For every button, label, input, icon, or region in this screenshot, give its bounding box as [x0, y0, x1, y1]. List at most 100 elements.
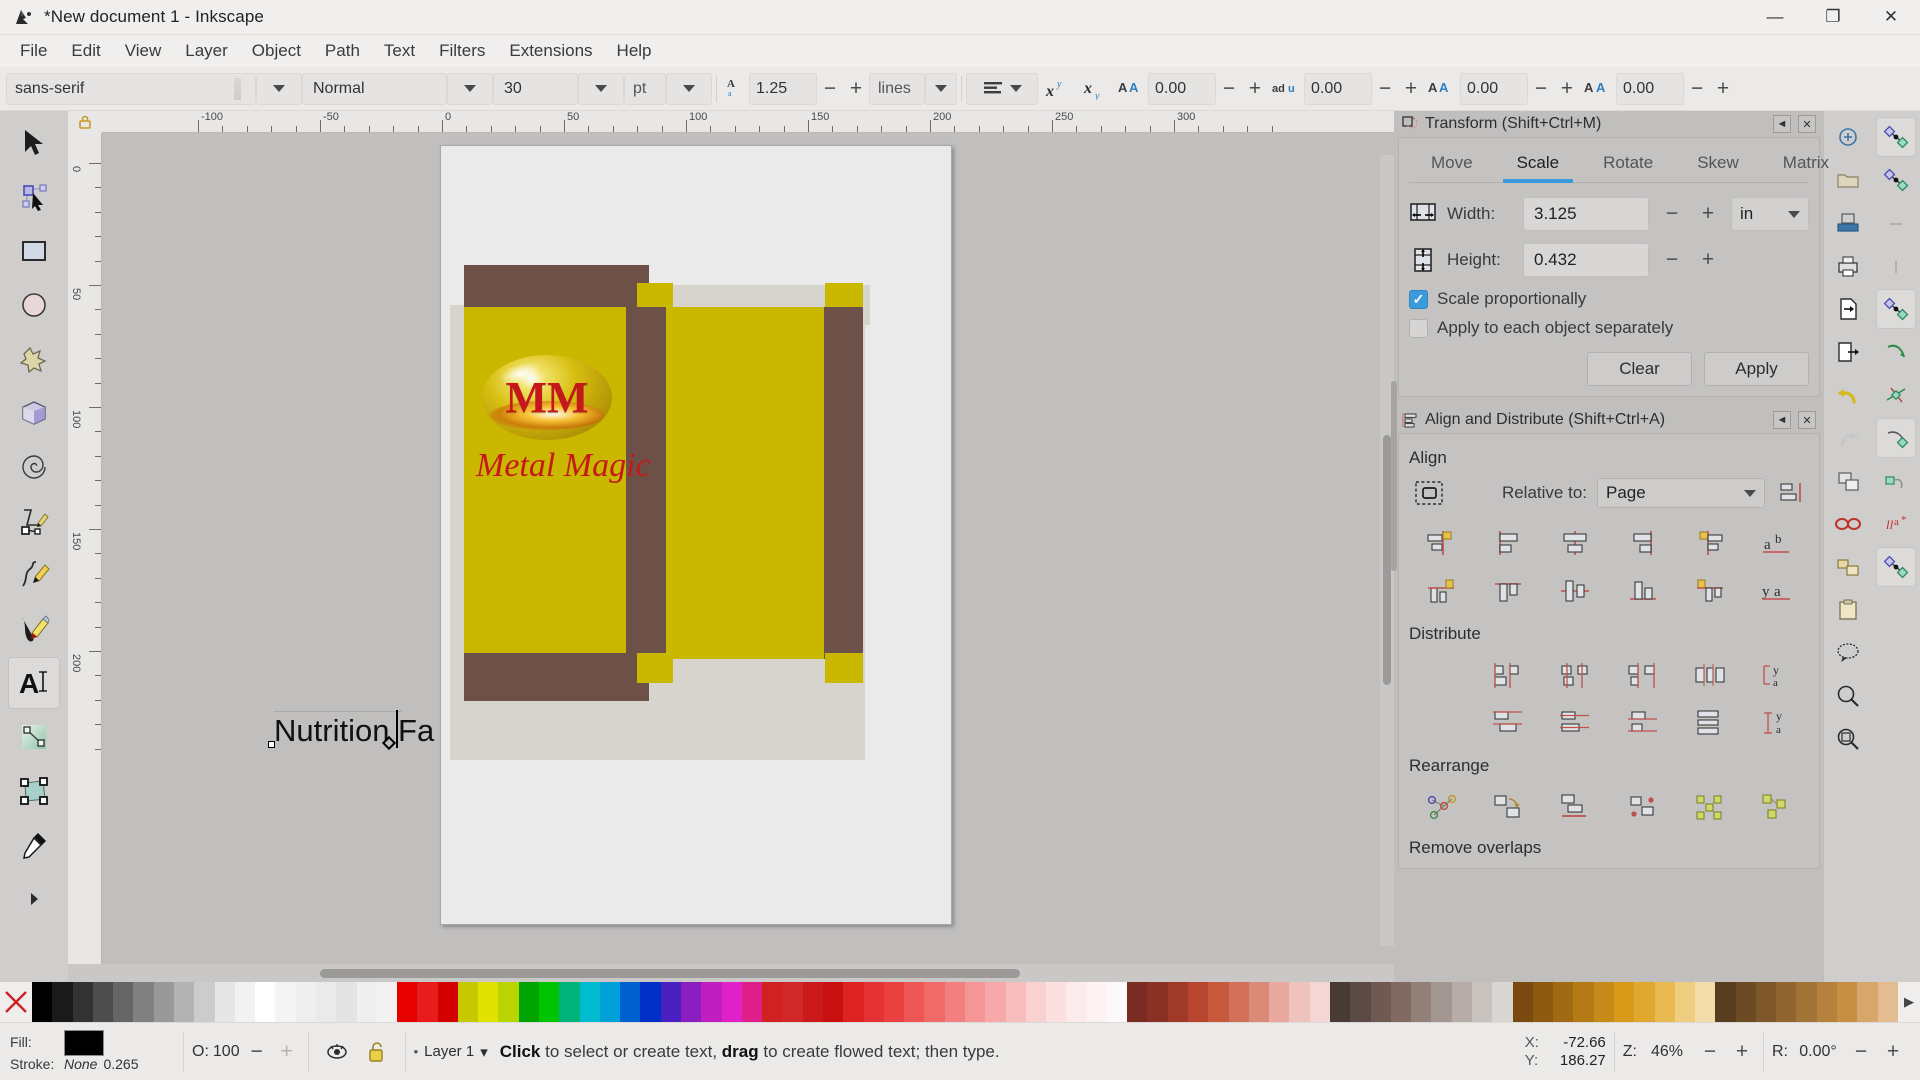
palette-swatch[interactable]	[478, 982, 499, 1022]
zoom-value[interactable]: 46%	[1643, 1043, 1691, 1061]
graph-layout-button[interactable]	[1409, 786, 1472, 828]
selector-tool[interactable]	[8, 117, 60, 169]
palette-swatch[interactable]	[417, 982, 438, 1022]
menu-filters[interactable]: Filters	[427, 38, 497, 64]
label-artwork[interactable]: MM Metal Magic	[440, 145, 952, 925]
palette-swatch[interactable]	[437, 982, 458, 1022]
undo-button[interactable]	[1828, 375, 1868, 415]
align-left-edge-to-right-anchor-button[interactable]	[1678, 522, 1741, 564]
rotation-increase-button[interactable]: +	[1880, 1037, 1906, 1067]
palette-swatch[interactable]	[1573, 982, 1594, 1022]
zoom-in-button[interactable]: +	[1729, 1037, 1755, 1067]
center-on-vertical-axis-button[interactable]	[1544, 522, 1607, 564]
palette-swatch[interactable]	[255, 982, 276, 1022]
zoom-page-button[interactable]	[1828, 719, 1868, 759]
palette-swatch[interactable]	[681, 982, 702, 1022]
palette-swatch[interactable]	[721, 982, 742, 1022]
palette-swatch[interactable]	[1634, 982, 1655, 1022]
distribute-even-horizontal-gaps-button[interactable]	[1678, 654, 1741, 696]
no-color-icon[interactable]	[0, 982, 32, 1022]
palette-swatch[interactable]	[1755, 982, 1777, 1022]
star-tool[interactable]	[8, 333, 60, 385]
canvas-horizontal-scrollbar[interactable]	[68, 964, 1394, 982]
ungroup-button[interactable]	[1828, 547, 1868, 587]
vertical-kerning-decrease-button[interactable]: −	[1684, 73, 1710, 105]
palette-swatch[interactable]	[234, 982, 256, 1022]
height-decrease-button[interactable]: −	[1659, 245, 1685, 275]
snap-path-intersections-button[interactable]	[1876, 375, 1916, 415]
palette-swatch[interactable]	[620, 982, 641, 1022]
dock-scroll-thumb[interactable]	[1391, 381, 1397, 571]
palette-swatch[interactable]	[1532, 982, 1554, 1022]
palette-swatches[interactable]	[32, 982, 1898, 1022]
tab-scale[interactable]: Scale	[1495, 144, 1582, 183]
apply-each-object-row[interactable]: Apply to each object separately	[1409, 318, 1809, 338]
tab-matrix[interactable]: Matrix	[1761, 144, 1851, 182]
close-button[interactable]: ✕	[1862, 0, 1920, 35]
align-dialog-dock-button[interactable]: ◄	[1773, 411, 1791, 429]
letter-spacing-decrease-button[interactable]: −	[1216, 73, 1242, 105]
menu-path[interactable]: Path	[313, 38, 372, 64]
palette-swatch[interactable]	[1370, 982, 1391, 1022]
palette-swatch[interactable]	[539, 982, 560, 1022]
ellipse-tool[interactable]	[8, 279, 60, 331]
snap-bbox-corners-button[interactable]	[1876, 246, 1916, 286]
menu-layer[interactable]: Layer	[173, 38, 240, 64]
scale-proportionally-row[interactable]: Scale proportionally	[1409, 289, 1809, 309]
palette-swatch[interactable]	[518, 982, 540, 1022]
palette-swatch[interactable]	[113, 982, 134, 1022]
3dbox-tool[interactable]	[8, 387, 60, 439]
palette-scroll-right-button[interactable]: ▶	[1898, 982, 1920, 1022]
palette-swatch[interactable]	[295, 982, 316, 1022]
rotation-decrease-button[interactable]: −	[1848, 1037, 1874, 1067]
snap-text-anchors-button[interactable]: ll a *	[1876, 504, 1916, 544]
palette-swatch[interactable]	[376, 982, 398, 1022]
palette-swatch[interactable]	[660, 982, 681, 1022]
palette-swatch[interactable]	[1147, 982, 1168, 1022]
stroke-row[interactable]: Stroke: None 0.265	[10, 1056, 175, 1074]
palette-swatch[interactable]	[275, 982, 296, 1022]
more-tools-button[interactable]	[8, 873, 60, 925]
line-spacing-unit-input[interactable]: lines	[869, 72, 925, 105]
palette-swatch[interactable]	[1796, 982, 1817, 1022]
apply-button[interactable]: Apply	[1704, 352, 1809, 386]
transform-tool[interactable]	[8, 765, 60, 817]
font-family-input[interactable]: sans-serif	[6, 72, 256, 105]
opacity-value[interactable]: 100	[213, 1043, 240, 1061]
palette-swatch[interactable]	[173, 982, 195, 1022]
distribute-top-edges-button[interactable]	[1476, 702, 1539, 744]
snap-bbox-edges-button[interactable]	[1876, 203, 1916, 243]
palette-swatch[interactable]	[1066, 982, 1087, 1022]
palette-swatch[interactable]	[1613, 982, 1635, 1022]
snap-smooth-nodes-button[interactable]	[1876, 461, 1916, 501]
menu-file[interactable]: File	[8, 38, 59, 64]
minimize-button[interactable]: —	[1746, 0, 1804, 35]
palette-swatch[interactable]	[1492, 982, 1513, 1022]
letter-spacing-input[interactable]: 0.00	[1148, 72, 1216, 105]
group-button[interactable]	[1828, 504, 1868, 544]
height-increase-button[interactable]: +	[1695, 245, 1721, 275]
font-size-dropdown-button[interactable]	[578, 72, 624, 105]
clear-button[interactable]: Clear	[1587, 352, 1692, 386]
palette-swatch[interactable]	[457, 982, 479, 1022]
palette-swatch[interactable]	[32, 982, 53, 1022]
randomize-positions-button[interactable]	[1746, 786, 1809, 828]
palette-swatch[interactable]	[1735, 982, 1756, 1022]
horizontal-kerning-increase-button[interactable]: +	[1554, 73, 1580, 105]
superscript-button[interactable]: x y	[1038, 73, 1076, 105]
palette-swatch[interactable]	[1127, 982, 1148, 1022]
palette-swatch[interactable]	[498, 982, 519, 1022]
align-right-edge-to-left-anchor-button[interactable]	[1409, 522, 1472, 564]
palette-swatch[interactable]	[1046, 982, 1067, 1022]
text-distribute-horizontal-button[interactable]: y a	[1746, 654, 1809, 696]
duplicate-button[interactable]	[1828, 461, 1868, 501]
text-baseline-button[interactable]: y a	[1746, 570, 1809, 612]
palette-swatch[interactable]	[964, 982, 986, 1022]
palette-swatch[interactable]	[92, 982, 114, 1022]
palette-swatch[interactable]	[1208, 982, 1229, 1022]
tab-move[interactable]: Move	[1409, 144, 1495, 182]
logo-ellipse[interactable]: MM	[482, 355, 612, 440]
width-decrease-button[interactable]: −	[1659, 199, 1685, 229]
vertical-kerning-input[interactable]: 0.00	[1616, 72, 1684, 105]
snap-nodes-button[interactable]	[1876, 289, 1916, 329]
